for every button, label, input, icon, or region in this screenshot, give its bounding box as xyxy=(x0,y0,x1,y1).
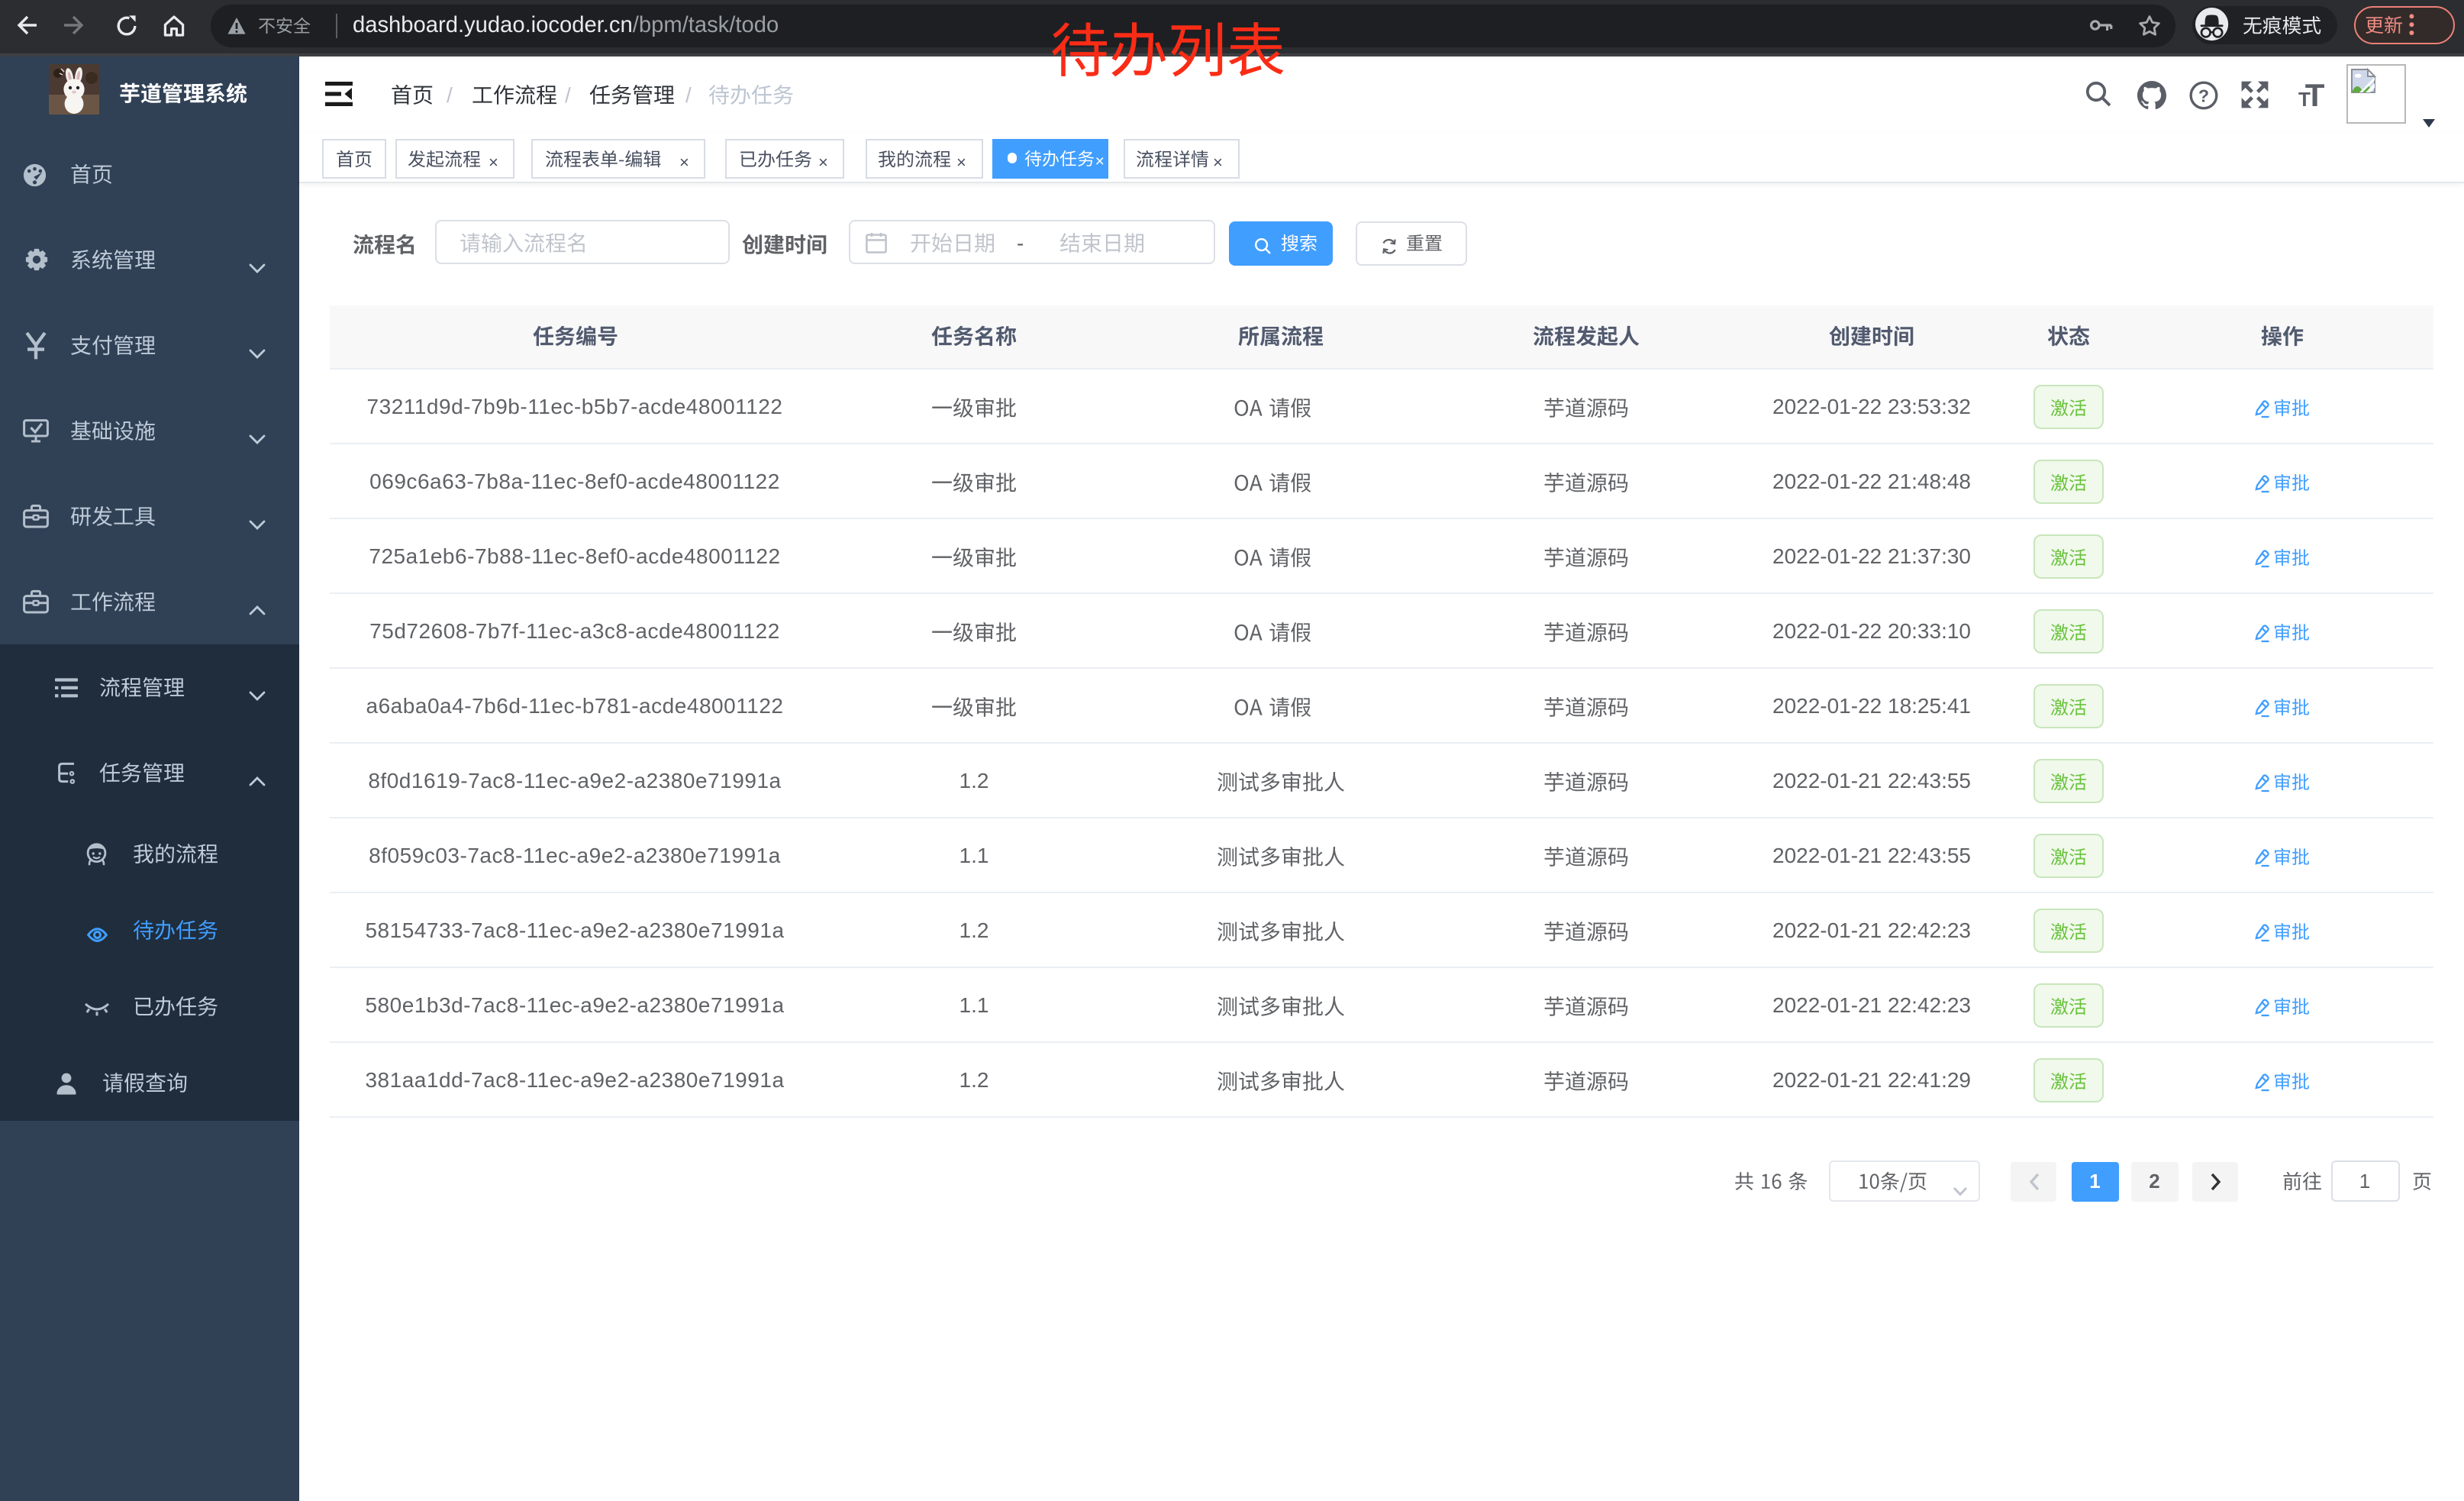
svg-text:?: ? xyxy=(2198,85,2208,105)
svg-text:T: T xyxy=(2305,76,2325,112)
